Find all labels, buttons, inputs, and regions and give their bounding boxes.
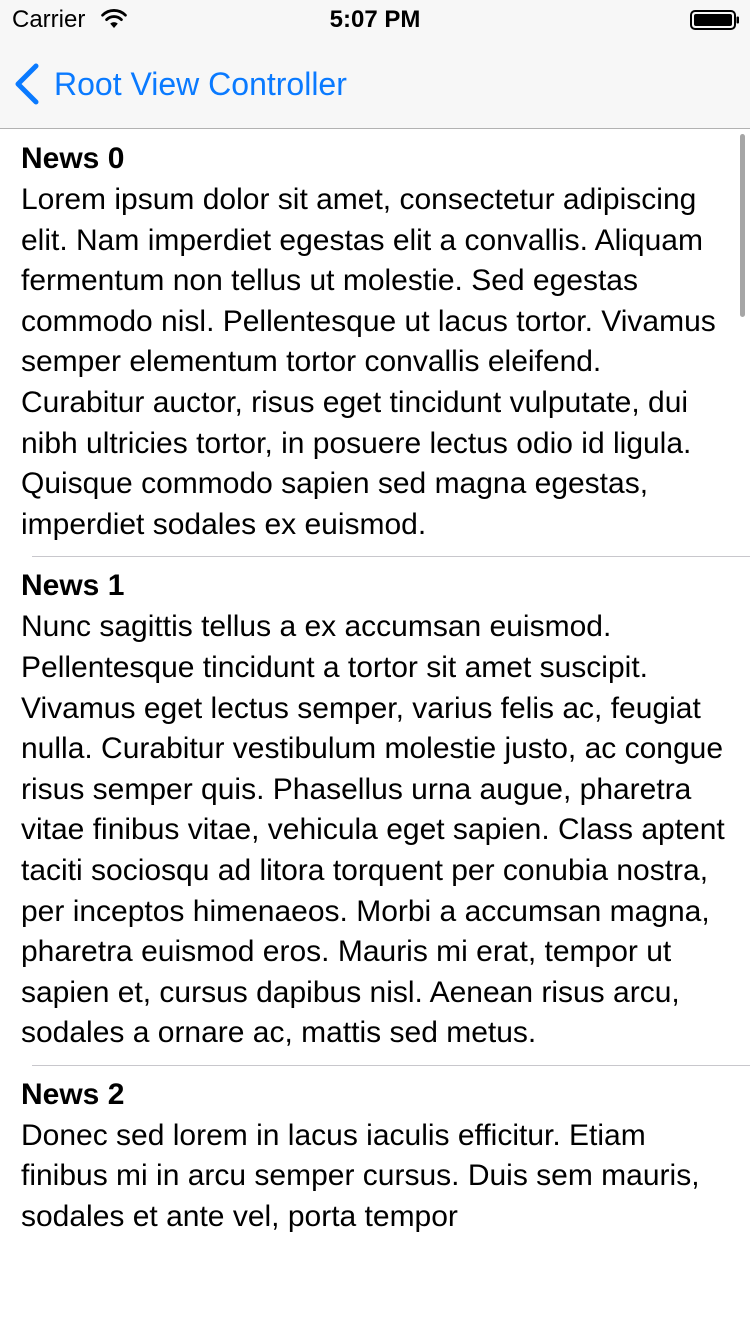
news-body: Donec sed lorem in lacus iaculis efficit… xyxy=(21,1118,700,1234)
news-cell[interactable]: News 1 Nunc sagittis tellus a ex accumsa… xyxy=(0,557,750,1066)
news-title: News 2 xyxy=(21,1077,125,1111)
chevron-left-icon xyxy=(15,63,39,105)
news-table[interactable]: News 0 Lorem ipsum dolor sit amet, conse… xyxy=(0,130,750,1334)
news-title: News 0 xyxy=(21,142,125,175)
news-cell[interactable]: News 0 Lorem ipsum dolor sit amet, conse… xyxy=(0,130,750,558)
back-button-label: Root View Controller xyxy=(54,65,347,102)
battery-icon xyxy=(690,10,739,30)
news-body: Nunc sagittis tellus a ex accumsan euism… xyxy=(21,610,725,1050)
screen: Carrier 5:07 PM Root View Controller New… xyxy=(0,0,750,1334)
status-bar: Carrier 5:07 PM xyxy=(0,0,750,40)
news-cell[interactable]: News 2 Donec sed lorem in lacus iaculis … xyxy=(0,1066,750,1250)
scroll-indicator[interactable] xyxy=(740,134,745,317)
news-title: News 1 xyxy=(21,569,125,603)
status-time: 5:07 PM xyxy=(329,6,421,33)
navigation-bar: Root View Controller xyxy=(0,40,750,129)
news-body: Lorem ipsum dolor sit amet, consectetur … xyxy=(21,183,716,541)
back-button[interactable]: Root View Controller xyxy=(12,58,382,110)
